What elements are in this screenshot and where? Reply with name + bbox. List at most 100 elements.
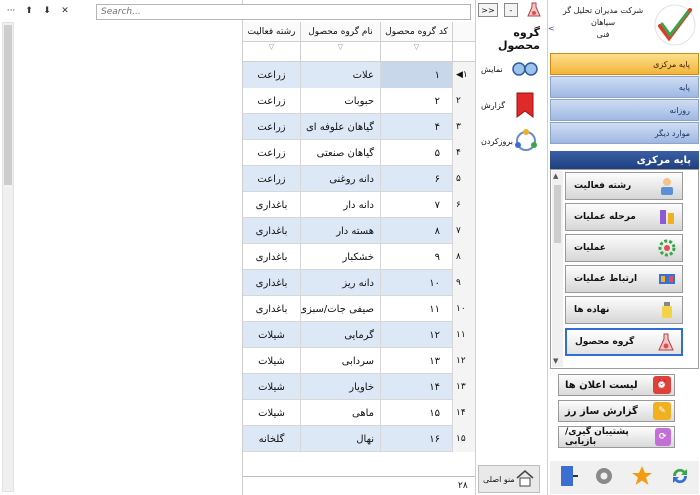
filter-activity[interactable]: ▽ [243, 42, 301, 62]
cell-code[interactable]: ۸ [381, 218, 453, 244]
menu-item-operation-stage[interactable]: مرحله عملیات [565, 203, 683, 231]
cell-code[interactable]: ۱۵ [381, 400, 453, 426]
cell-name[interactable]: هسته دار [301, 218, 381, 244]
cell-activity[interactable]: شیلات [243, 374, 301, 400]
cell-name[interactable]: گرمایی [301, 322, 381, 348]
cell-activity[interactable]: باغداری [243, 296, 301, 322]
cell-activity[interactable]: باغداری [243, 218, 301, 244]
cell-code[interactable]: ۷ [381, 192, 453, 218]
scroll-up-icon[interactable]: ▲ [553, 172, 558, 180]
ellipsis-icon[interactable]: ··· [2, 6, 20, 16]
cell-activity[interactable]: شیلات [243, 348, 301, 374]
tab-central-base[interactable]: پایه مرکزی [550, 53, 699, 75]
table-row[interactable]: شیلات خاویار ۱۴ ۱۳ [243, 374, 475, 400]
cell-code[interactable]: ۱۳ [381, 348, 453, 374]
cell-name[interactable]: نهال [301, 426, 381, 452]
cell-activity[interactable]: زراعت [243, 166, 301, 192]
cell-name[interactable]: دانه ریز [301, 270, 381, 296]
left-scrollbar[interactable] [2, 22, 14, 492]
menu-item-inputs[interactable]: نهاده ها [565, 296, 683, 324]
menu-item-activity[interactable]: رشته فعالیت [565, 172, 683, 200]
cell-code[interactable]: ۶ [381, 166, 453, 192]
star-icon[interactable] [630, 464, 654, 491]
cell-name[interactable]: حبوبات [301, 88, 381, 114]
view-button[interactable]: نمایش [478, 50, 542, 88]
table-row[interactable]: شیلات ماهی ۱۵ ۱۴ [243, 400, 475, 426]
arrow-up-icon[interactable]: ⬆ [20, 6, 38, 16]
table-row[interactable]: باغداری دانه دار ۷ ۶ [243, 192, 475, 218]
settings-icon[interactable] [593, 465, 615, 490]
cell-activity[interactable]: شیلات [243, 400, 301, 426]
cell-activity[interactable]: زراعت [243, 88, 301, 114]
table-row[interactable]: زراعت حبوبات ۲ ۲ [243, 88, 475, 114]
col-header-code[interactable]: کد گروه محصول [381, 22, 453, 42]
table-row[interactable]: گلخانه نهال ۱۶ ۱۵ [243, 426, 475, 452]
arrow-down-icon[interactable]: ⬇ [38, 6, 56, 16]
cell-activity[interactable]: زراعت [243, 114, 301, 140]
col-header-name[interactable]: نام گروه محصول [301, 22, 381, 42]
cell-activity[interactable]: باغداری [243, 270, 301, 296]
cell-name[interactable]: دانه دار [301, 192, 381, 218]
menu-item-product-group[interactable]: گروه محصول [565, 328, 683, 356]
menu-item-operation-link[interactable]: ارتباط عملیات [565, 265, 683, 293]
table-row[interactable]: زراعت گیاهان صنعتی ۵ ۴ [243, 140, 475, 166]
table-row[interactable]: باغداری هسته دار ۸ ۷ [243, 218, 475, 244]
backup-restore-button[interactable]: پشتیبان گیری/ بازیابی ⟳ [558, 426, 675, 448]
cell-code[interactable]: ۱۶ [381, 426, 453, 452]
cell-code[interactable]: ۱۱ [381, 296, 453, 322]
collapse-sidebar-button[interactable]: < [548, 24, 555, 33]
cell-activity[interactable]: باغداری [243, 192, 301, 218]
table-row[interactable]: زراعت علات ۱ ◀۱ [243, 62, 475, 88]
refresh-green-icon[interactable] [668, 464, 692, 491]
cell-code[interactable]: ۲ [381, 88, 453, 114]
table-row[interactable]: باغداری دانه ریز ۱۰ ۹ [243, 270, 475, 296]
cell-activity[interactable]: زراعت [243, 62, 301, 88]
cell-name[interactable]: ماهی [301, 400, 381, 426]
minimize-button[interactable]: - [504, 3, 518, 17]
close-icon[interactable]: ✕ [56, 6, 74, 16]
table-row[interactable]: شیلات سردابی ۱۳ ۱۲ [243, 348, 475, 374]
cell-name[interactable]: دانه روغنی [301, 166, 381, 192]
scroll-down-icon[interactable]: ▼ [553, 357, 558, 365]
cell-activity[interactable]: زراعت [243, 140, 301, 166]
tab-daily[interactable]: روزانه [550, 99, 699, 121]
table-row[interactable]: باغداری خشکبار ۹ ۸ [243, 244, 475, 270]
cell-code[interactable]: ۵ [381, 140, 453, 166]
filter-name[interactable]: ▽ [301, 42, 381, 62]
cell-name[interactable]: خاویار [301, 374, 381, 400]
menu-scrollbar[interactable]: ▲ ▼ [552, 171, 563, 367]
cell-code[interactable]: ۹ [381, 244, 453, 270]
notifications-list-button[interactable]: لیست اعلان ها ⏰ [558, 374, 675, 396]
scroll-thumb[interactable] [4, 25, 12, 185]
cell-name[interactable]: گیاهان صنعتی [301, 140, 381, 166]
cell-code[interactable]: ۴ [381, 114, 453, 140]
cell-name[interactable]: گیاهان علوفه ای [301, 114, 381, 140]
exit-icon[interactable] [557, 464, 579, 491]
search-input[interactable] [96, 4, 471, 20]
table-row[interactable]: شیلات گرمایی ۱۲ ۱۱ [243, 322, 475, 348]
cell-name[interactable]: سردابی [301, 348, 381, 374]
cell-code[interactable]: ۱ [381, 62, 453, 88]
cell-name[interactable]: علات [301, 62, 381, 88]
cell-code[interactable]: ۱۴ [381, 374, 453, 400]
tab-other[interactable]: موارد دیگر [550, 122, 699, 144]
cell-code[interactable]: ۱۲ [381, 322, 453, 348]
table-row[interactable]: باغداری صیفی جات/سبزی ۱۱ ۱۰ [243, 296, 475, 322]
menu-item-operations[interactable]: عملیات [565, 234, 683, 262]
cell-activity[interactable]: باغداری [243, 244, 301, 270]
cell-activity[interactable]: شیلات [243, 322, 301, 348]
report-button[interactable]: گزارش [478, 86, 542, 124]
tab-base[interactable]: پایه [550, 76, 699, 98]
home-button[interactable]: منو اصلی [478, 465, 540, 493]
cell-activity[interactable]: گلخانه [243, 426, 301, 452]
table-row[interactable]: زراعت گیاهان علوفه ای ۴ ۳ [243, 114, 475, 140]
cell-code[interactable]: ۱۰ [381, 270, 453, 296]
refresh-button[interactable]: بروزکردن [478, 122, 542, 160]
col-header-activity[interactable]: رشته فعالیت [243, 22, 301, 42]
cell-name[interactable]: خشکبار [301, 244, 381, 270]
table-row[interactable]: زراعت دانه روغنی ۶ ۵ [243, 166, 475, 192]
report-builder-button[interactable]: گزارش ساز رز ✎ [558, 400, 675, 422]
scroll-thumb[interactable] [554, 185, 561, 243]
filter-code[interactable]: ▽ [381, 42, 453, 62]
cell-name[interactable]: صیفی جات/سبزی [301, 296, 381, 322]
